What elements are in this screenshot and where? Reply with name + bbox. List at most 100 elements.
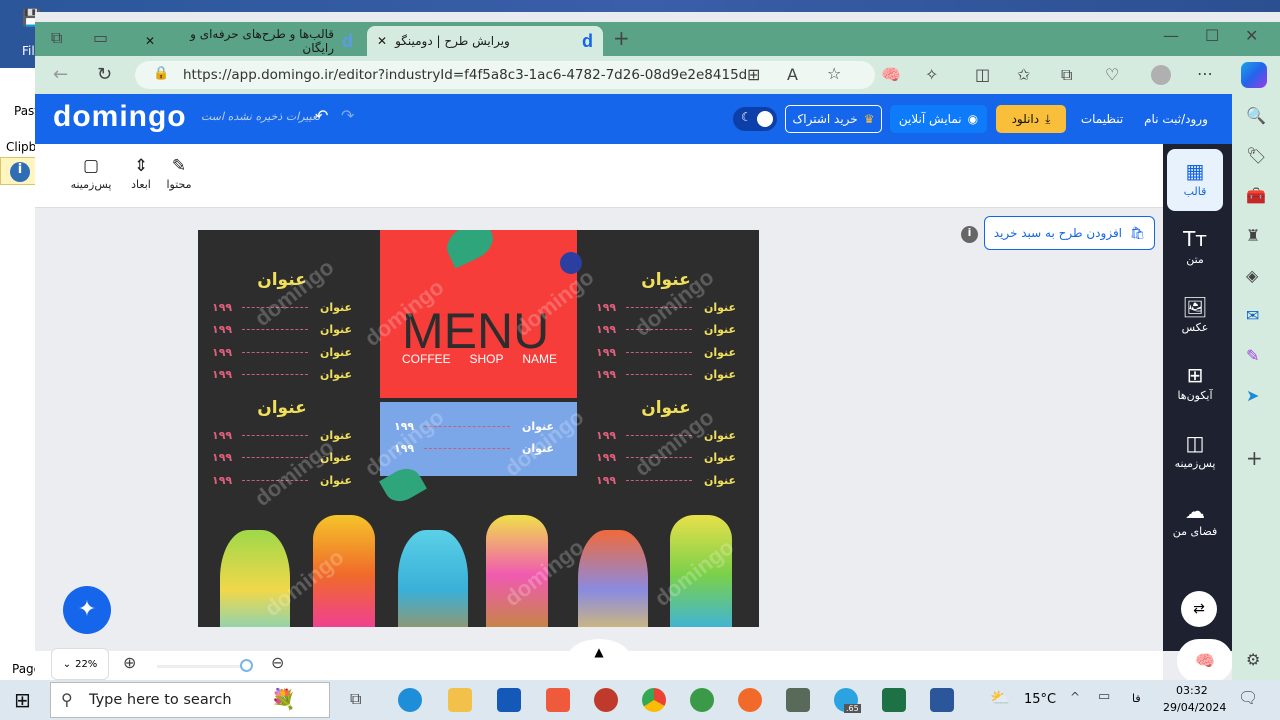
settings-gear-icon[interactable]: ⚙ <box>1246 650 1260 669</box>
favorites-icon[interactable]: ✩ <box>1017 65 1030 84</box>
login-link[interactable]: ورود/ثبت نام <box>1141 105 1211 133</box>
menu-row[interactable]: عنوان ۱۹۹ <box>212 341 352 364</box>
battery-icon[interactable]: ▭ <box>1098 689 1110 704</box>
file-explorer-icon[interactable] <box>448 688 472 712</box>
clock-date[interactable]: 29/04/2024 <box>1163 701 1226 714</box>
workspaces-icon[interactable]: ⧉ <box>51 28 62 48</box>
word-icon[interactable] <box>930 688 954 712</box>
redo-icon[interactable]: ↷ <box>341 106 354 125</box>
menu-row[interactable]: عنوان ۱۹۹ <box>212 319 352 342</box>
search-icon[interactable]: 🔍 <box>1246 106 1266 125</box>
sidebar-item[interactable]: 🖼 عکس <box>1167 285 1223 347</box>
store-icon[interactable] <box>497 688 521 712</box>
sidebar-item[interactable]: Tт متن <box>1167 217 1223 279</box>
ai-brain-icon[interactable]: 🧠 <box>1177 639 1232 680</box>
new-tab-icon[interactable]: + <box>613 26 630 50</box>
shopping-tag-icon[interactable]: 🏷 <box>1246 146 1266 165</box>
download-manager-icon[interactable] <box>690 688 714 712</box>
info-icon[interactable]: i <box>961 226 978 243</box>
menu-row[interactable]: عنوان ۱۹۹ <box>596 469 736 492</box>
sidebar-item[interactable]: ▦ قالب <box>1167 149 1223 211</box>
menu-row[interactable]: عنوان ۱۹۹ <box>596 341 736 364</box>
chevron-up-icon[interactable]: ^ <box>1070 690 1080 704</box>
language-indicator[interactable]: فا <box>1132 692 1141 705</box>
close-tab-icon[interactable]: ✕ <box>145 34 155 48</box>
close-tab-icon[interactable]: ✕ <box>377 34 387 48</box>
expand-pages-button[interactable]: ▲ <box>567 639 631 679</box>
dark-mode-toggle[interactable]: ☾ <box>733 107 777 131</box>
tab-editor[interactable]: d ویرایش طرح | دومینگو ✕ <box>367 26 603 56</box>
online-preview-button[interactable]: ◉ نمایش آنلاین <box>890 105 987 133</box>
undo-icon[interactable]: ↶ <box>315 106 328 125</box>
clock-time[interactable]: 03:32 <box>1176 684 1208 697</box>
magic-wand-button[interactable]: ✦ <box>63 586 111 634</box>
subtitle-word[interactable]: NAME <box>522 352 557 366</box>
excel-icon[interactable] <box>882 688 906 712</box>
favorite-star-icon[interactable]: ☆ <box>827 64 841 83</box>
domingo-logo[interactable]: domingo <box>53 100 187 134</box>
task-view-icon[interactable]: ⧉ <box>350 689 361 709</box>
profile-avatar[interactable] <box>1151 65 1171 85</box>
subscribe-button[interactable]: ♛ خرید اشتراک <box>785 105 882 133</box>
subtitle-word[interactable]: SHOP <box>469 352 503 366</box>
design-canvas[interactable]: MENU COFFEE SHOP NAME عنوان عنوان ۱۹۹ عنوان ۱۹… <box>198 230 759 627</box>
office-icon[interactable]: ◈ <box>1246 266 1258 285</box>
zoom-select[interactable]: ⌄ 22% <box>51 648 109 680</box>
designer-icon[interactable]: ✎ <box>1246 346 1259 365</box>
subtitle-word[interactable]: COFFEE <box>402 352 451 366</box>
taskbar-search[interactable]: ⚲ Type here to search 💐 <box>50 682 330 718</box>
add-icon[interactable]: + <box>1246 446 1263 470</box>
menu-row[interactable]: عنوان ۱۹۹ <box>212 364 352 387</box>
toolbar-item[interactable]: ⇕ ابعاد <box>119 156 163 191</box>
notifications-icon[interactable]: 🗨 <box>1238 688 1258 707</box>
collections-icon[interactable]: ⧉ <box>1061 65 1072 85</box>
app-install-icon[interactable]: ⊞ <box>747 65 760 84</box>
zoom-in-icon[interactable]: ⊕ <box>123 653 136 672</box>
section-title[interactable]: عنوان <box>596 398 736 418</box>
tools-icon[interactable]: 🧰 <box>1246 186 1266 205</box>
add-to-cart-button[interactable]: 🛍 افزودن طرح به سبد خرید <box>984 216 1155 250</box>
copilot-brain-icon[interactable]: 🧠 <box>881 65 901 84</box>
app-green-icon[interactable] <box>786 688 810 712</box>
extensions-icon[interactable]: ✧ <box>925 65 938 84</box>
menu-row[interactable]: عنوان ۱۹۹ <box>596 364 736 387</box>
menu-row[interactable]: عنوان ۱۹۹ <box>212 424 352 447</box>
outlook-icon[interactable]: ✉ <box>1246 306 1259 325</box>
read-aloud-icon[interactable]: A <box>787 65 798 84</box>
zoom-slider-handle[interactable] <box>240 659 253 672</box>
tab-templates[interactable]: d قالب‌ها و طرح‌های حرفه‌ای و رایگان ✕ <box>135 26 363 56</box>
games-icon[interactable]: ♜ <box>1246 226 1260 245</box>
edge-app-icon[interactable] <box>398 688 422 712</box>
minimize-icon[interactable]: — <box>1163 26 1179 45</box>
split-screen-icon[interactable]: ◫ <box>975 65 990 84</box>
telegram-icon[interactable]: .65 <box>834 688 861 713</box>
browser-essentials-icon[interactable]: ♡ <box>1105 65 1119 84</box>
zoom-out-icon[interactable]: ⊖ <box>271 653 284 672</box>
more-icon[interactable]: ⋯ <box>1197 64 1213 83</box>
back-icon[interactable]: ← <box>53 64 68 85</box>
copilot-icon[interactable] <box>1241 62 1267 88</box>
sidebar-item[interactable]: ⊞ آیکون‌ها <box>1167 353 1223 415</box>
sidebar-item[interactable]: ☁ فضای من <box>1167 489 1223 551</box>
maximize-icon[interactable]: ☐ <box>1205 26 1219 45</box>
sidebar-item[interactable]: ◫ پس‌زمینه <box>1167 421 1223 483</box>
toolbar-item[interactable]: ▢ پس‌زمینه <box>69 156 113 191</box>
lock-icon[interactable]: 🔒 <box>153 66 169 81</box>
chrome-icon[interactable] <box>642 688 666 712</box>
toolbar-item[interactable]: ✎ محتوا <box>157 156 201 191</box>
firefox-icon[interactable] <box>738 688 762 712</box>
section-title[interactable]: عنوان <box>212 398 352 418</box>
settings-link[interactable]: تنظیمات <box>1075 105 1129 133</box>
send-icon[interactable]: ➤ <box>1246 386 1259 405</box>
zoom-slider[interactable] <box>157 665 247 668</box>
tab-actions-icon[interactable]: ▭ <box>93 28 108 47</box>
weather-icon[interactable]: ⛅ <box>990 688 1010 707</box>
close-window-icon[interactable]: ✕ <box>1245 26 1258 45</box>
download-button[interactable]: ⤓ دانلود <box>996 105 1066 133</box>
refresh-icon[interactable]: ↻ <box>97 64 112 85</box>
app-c-icon[interactable] <box>546 688 570 712</box>
url-input[interactable]: 🔒 https://app.domingo.ir/editor?industryI… <box>135 61 875 89</box>
weather-temp[interactable]: 15°C <box>1024 692 1056 707</box>
translate-icon[interactable]: ⇄ <box>1181 591 1217 627</box>
psiphon-icon[interactable] <box>594 688 618 712</box>
